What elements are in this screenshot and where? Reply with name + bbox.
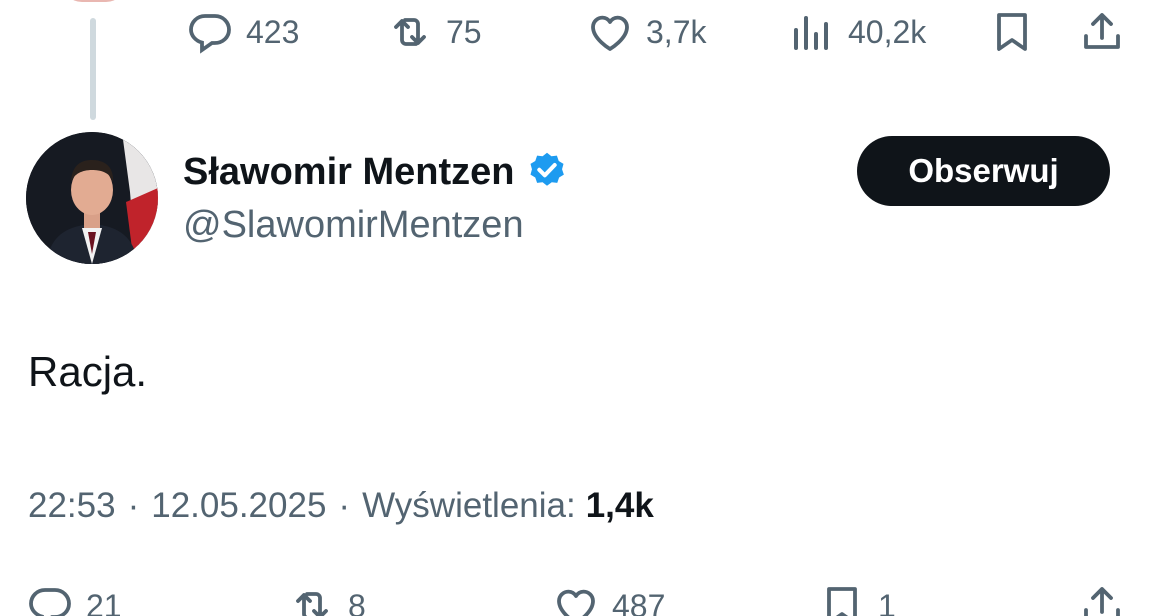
views-count: 40,2k	[848, 13, 927, 50]
verified-badge-icon	[530, 152, 564, 186]
like-button[interactable]: 3,7k	[586, 2, 706, 62]
views-label: Wyświetlenia:	[362, 486, 576, 525]
reply-count: 423	[246, 13, 300, 50]
author-handle[interactable]: @SlawomirMentzen	[183, 204, 524, 247]
reply-button[interactable]: 21	[26, 576, 122, 616]
like-button[interactable]: 487	[552, 576, 665, 616]
reply-button[interactable]: 423	[186, 2, 299, 62]
share-icon	[1084, 587, 1120, 616]
author-name-row: Sławomir Mentzen	[183, 150, 569, 194]
analytics-icon	[794, 16, 828, 50]
bookmark-icon	[997, 13, 1027, 51]
views-button[interactable]: 40,2k	[788, 2, 926, 62]
follow-button[interactable]: Obserwuj	[857, 136, 1110, 206]
separator-dot: ·	[127, 486, 140, 525]
retweet-count: 8	[348, 587, 366, 616]
tweet-time[interactable]: 22:53	[28, 486, 116, 526]
share-button[interactable]	[1078, 576, 1126, 616]
heart-icon	[557, 589, 595, 616]
tweet-date[interactable]: 12.05.2025	[151, 486, 326, 526]
tweet-meta: 22:53 · 12.05.2025 · Wyświetlenia: 1,4k	[28, 486, 654, 526]
bookmark-button[interactable]	[988, 2, 1036, 62]
share-icon	[1084, 13, 1120, 49]
retweet-button[interactable]: 8	[288, 576, 366, 616]
reply-icon	[29, 588, 71, 616]
retweet-count: 75	[446, 13, 482, 50]
retweet-button[interactable]: 75	[386, 2, 482, 62]
tweet-text: Racja.	[28, 348, 148, 395]
previous-tweet-action-bar: 423 75 3,7k 40,2k	[0, 2, 1160, 62]
like-count: 3,7k	[646, 13, 707, 50]
bookmark-button[interactable]: 1	[818, 576, 896, 616]
author-photo	[26, 132, 158, 264]
bookmark-count: 1	[878, 587, 896, 616]
like-count: 487	[612, 587, 666, 616]
tweet-action-bar: 21 8 487 1	[0, 576, 1160, 616]
retweet-icon	[296, 592, 328, 616]
tweet-views-count: 1,4k	[585, 486, 654, 525]
reply-count: 21	[86, 587, 122, 616]
author-avatar[interactable]	[26, 132, 158, 264]
separator-dot: ·	[338, 486, 351, 525]
bookmark-icon	[827, 587, 857, 616]
share-button[interactable]	[1078, 2, 1126, 62]
heart-icon	[591, 15, 629, 51]
author-name[interactable]: Sławomir Mentzen	[183, 151, 515, 194]
reply-icon	[189, 14, 231, 54]
retweet-icon	[394, 18, 426, 46]
